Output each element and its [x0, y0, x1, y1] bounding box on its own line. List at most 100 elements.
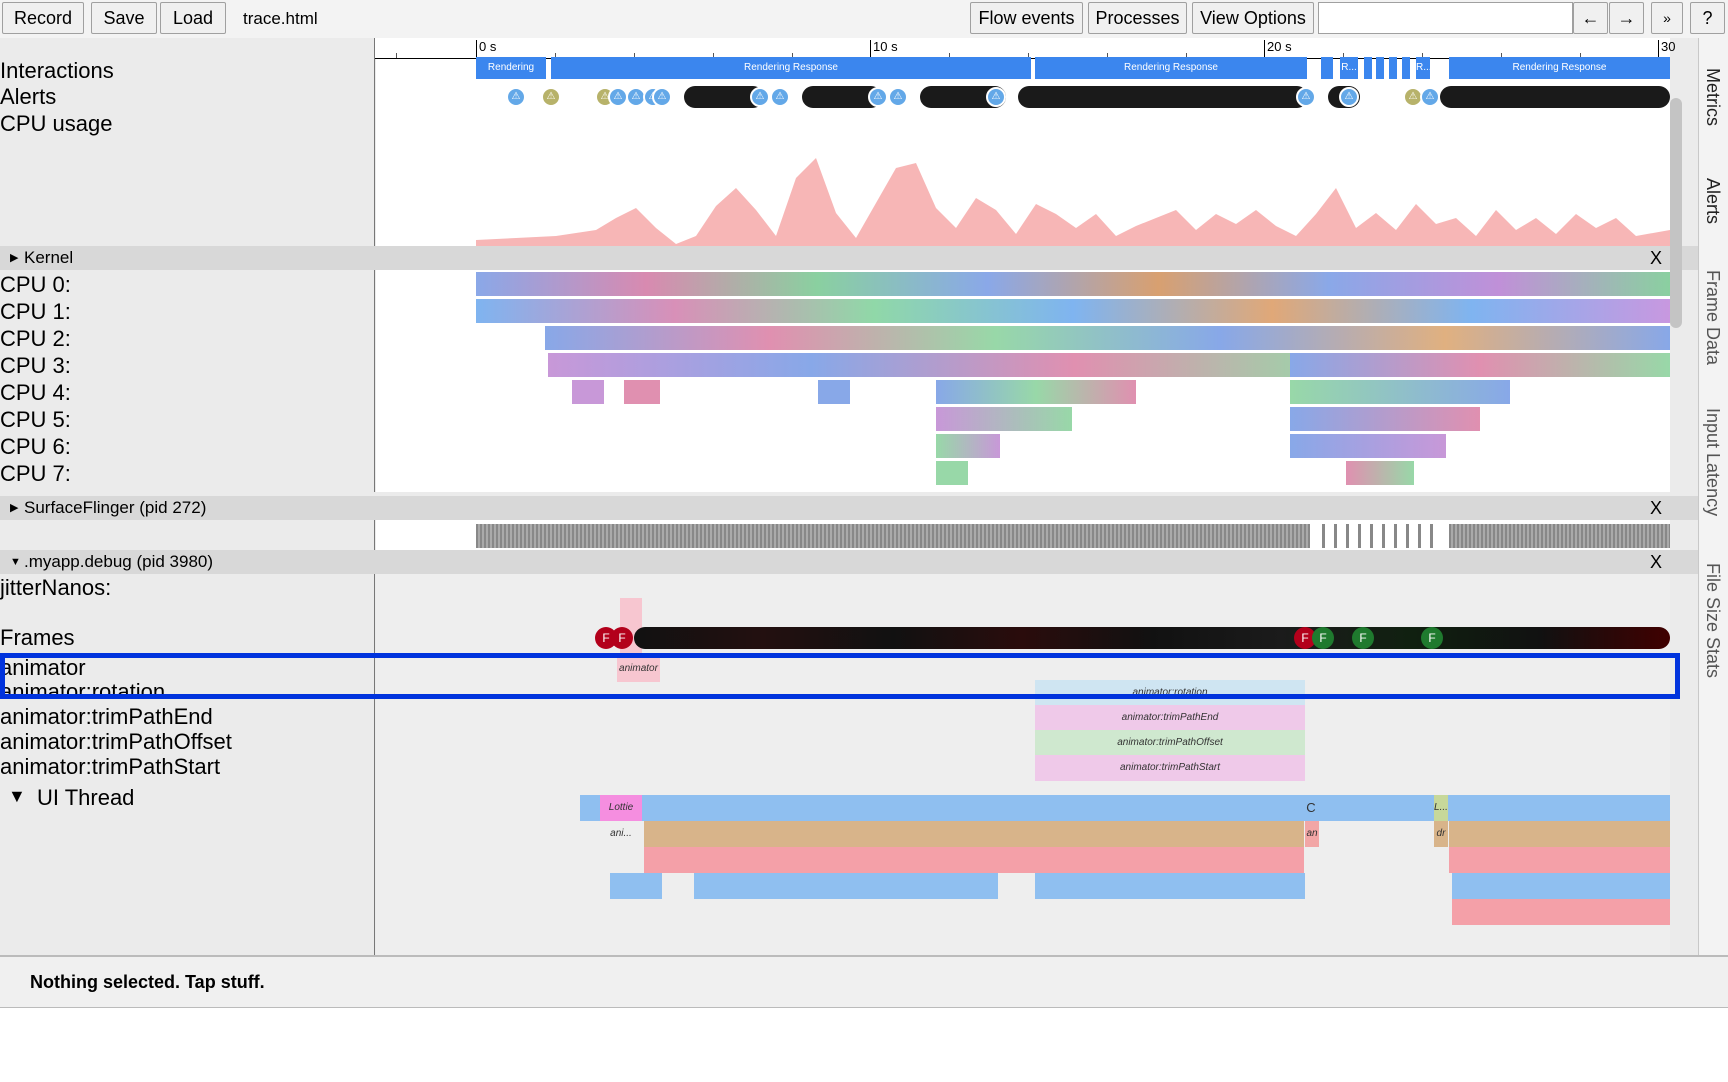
flow-events-button[interactable]: Flow events	[970, 2, 1083, 34]
expand-triangle-icon[interactable]: ▶	[10, 246, 18, 270]
rendering-response-slice[interactable]	[1402, 57, 1410, 79]
animator-trimpathend-slice[interactable]: animator:trimPathEnd	[1035, 705, 1305, 731]
rendering-response-slice[interactable]: R...	[1340, 57, 1358, 79]
ui-slice[interactable]: an	[1305, 821, 1319, 847]
alert-cluster[interactable]	[1440, 86, 1670, 108]
surfaceflinger-slices[interactable]	[1322, 524, 1437, 548]
animator-slice[interactable]: animator	[617, 656, 660, 682]
cpu-4-track[interactable]	[818, 380, 850, 404]
cpu-4-track[interactable]	[572, 380, 604, 404]
ui-thread-row-4[interactable]	[694, 873, 998, 899]
ui-thread-row-4[interactable]	[610, 873, 662, 899]
cpu-4-track[interactable]	[624, 380, 660, 404]
tab-file-size-stats[interactable]: File Size Stats	[1702, 563, 1723, 678]
ui-slice[interactable]: C	[1303, 795, 1319, 821]
cpu-0-track[interactable]	[476, 272, 1670, 296]
animator-rotation-slice[interactable]: animator:rotation	[1035, 680, 1305, 706]
ui-thread-row-2[interactable]	[1449, 821, 1670, 847]
close-icon[interactable]: X	[1650, 246, 1662, 270]
app-process-header[interactable]: ▼ .myapp.debug (pid 3980) X	[0, 550, 1698, 574]
rendering-response-slice[interactable]: Rendering Response	[1449, 57, 1670, 79]
close-icon[interactable]: X	[1650, 550, 1662, 574]
lottie-slice[interactable]: Lottie ani...	[600, 795, 642, 839]
ui-thread-row-2[interactable]	[644, 821, 1304, 847]
ui-thread-row-4[interactable]	[1452, 873, 1670, 899]
alert-icon[interactable]: ⚠	[750, 87, 770, 107]
alert-icon[interactable]: ⚠	[1420, 87, 1440, 107]
frame-marker[interactable]: F	[1352, 627, 1374, 649]
alert-icon[interactable]: ⚠	[506, 87, 526, 107]
alert-icon[interactable]: ⚠	[608, 87, 628, 107]
frame-marker[interactable]: F	[1312, 627, 1334, 649]
tab-metrics[interactable]: Metrics	[1702, 68, 1723, 126]
rendering-response-slice[interactable]	[1389, 57, 1397, 79]
search-input[interactable]	[1318, 2, 1573, 34]
surfaceflinger-slices[interactable]	[1449, 524, 1670, 548]
kernel-header[interactable]: ▶ Kernel X	[0, 246, 1698, 270]
cpu-3-track[interactable]	[548, 353, 1338, 377]
cpu-3-label: CPU 3:	[0, 353, 71, 378]
back-arrow-icon[interactable]: ←	[1573, 2, 1608, 34]
rendering-response-slice[interactable]	[1364, 57, 1372, 79]
tab-frame-data[interactable]: Frame Data	[1702, 270, 1723, 365]
cpu-5-track[interactable]	[1290, 407, 1480, 431]
alert-icon[interactable]: ⚠	[541, 87, 561, 107]
alert-cluster[interactable]	[1018, 86, 1308, 108]
close-icon[interactable]: X	[1650, 496, 1662, 520]
processes-button[interactable]: Processes	[1088, 2, 1187, 34]
ui-thread-row-5[interactable]	[1452, 899, 1670, 925]
surfaceflinger-slices[interactable]	[476, 524, 1310, 548]
cpu-4-track[interactable]	[936, 380, 1136, 404]
cpu-4-track[interactable]	[1290, 380, 1510, 404]
animator-trimpathstart-slice[interactable]: animator:trimPathStart	[1035, 755, 1305, 781]
surfaceflinger-header[interactable]: ▶ SurfaceFlinger (pid 272) X	[0, 496, 1698, 520]
ui-slice[interactable]: L...	[1434, 795, 1448, 821]
cpu-6-track[interactable]	[936, 434, 1000, 458]
ui-thread-row-1[interactable]	[580, 795, 1670, 821]
rendering-response-slice[interactable]	[1321, 57, 1333, 79]
frames-track[interactable]	[634, 627, 1670, 649]
rendering-response-slice[interactable]	[1376, 57, 1384, 79]
ui-thread-row-3[interactable]	[644, 847, 1304, 873]
ui-thread-row-3[interactable]	[1449, 847, 1670, 873]
cpu-3-track[interactable]	[1290, 353, 1670, 377]
cpu-7-track[interactable]	[936, 461, 968, 485]
alert-icon[interactable]: ⚠	[1339, 87, 1359, 107]
cpu-7-track[interactable]	[1346, 461, 1414, 485]
alert-icon[interactable]: ⚠	[1296, 87, 1316, 107]
cpu-1-track[interactable]	[476, 299, 1670, 323]
load-button[interactable]: Load	[160, 2, 226, 34]
alert-icon[interactable]: ⚠	[986, 87, 1006, 107]
vertical-scrollbar[interactable]	[1670, 98, 1682, 328]
collapse-triangle-icon[interactable]: ▼	[8, 786, 26, 807]
rendering-response-slice[interactable]: Rendering Response	[1035, 57, 1307, 79]
rendering-response-slice[interactable]: R...	[1416, 57, 1430, 79]
help-button[interactable]: ?	[1690, 2, 1725, 34]
rendering-response-slice[interactable]: Rendering Response	[551, 57, 1031, 79]
timeline-view[interactable]: 0 s 10 s 20 s 30 s Interactions Alerts C…	[0, 38, 1698, 955]
save-button[interactable]: Save	[91, 2, 157, 34]
view-options-button[interactable]: View Options	[1192, 2, 1314, 34]
cpu-5-track[interactable]	[936, 407, 1072, 431]
rendering-response-slice[interactable]: Rendering Response	[476, 57, 546, 79]
alert-icon[interactable]: ⚠	[770, 87, 790, 107]
frame-marker[interactable]: F	[611, 627, 633, 649]
alert-icon[interactable]: ⚠	[652, 87, 672, 107]
cpu-6-track[interactable]	[1290, 434, 1446, 458]
cpu-2-track[interactable]	[545, 326, 1670, 350]
tab-alerts[interactable]: Alerts	[1702, 178, 1723, 224]
cpu-usage-graph[interactable]	[476, 118, 1670, 246]
frame-marker[interactable]: F	[1421, 627, 1443, 649]
tab-input-latency[interactable]: Input Latency	[1702, 408, 1723, 516]
forward-arrow-icon[interactable]: →	[1609, 2, 1644, 34]
alert-icon[interactable]: ⚠	[888, 87, 908, 107]
more-icon[interactable]: »	[1651, 2, 1683, 34]
record-button[interactable]: Record	[2, 2, 84, 34]
collapse-triangle-icon[interactable]: ▼	[10, 550, 21, 574]
alert-icon[interactable]: ⚠	[868, 87, 888, 107]
ui-thread-row-4[interactable]	[1035, 873, 1305, 899]
time-ruler[interactable]: 0 s 10 s 20 s 30 s	[375, 38, 1675, 69]
animator-trimpathoffset-slice[interactable]: animator:trimPathOffset	[1035, 730, 1305, 756]
ui-slice[interactable]: dr	[1434, 821, 1448, 847]
expand-triangle-icon[interactable]: ▶	[10, 496, 18, 520]
